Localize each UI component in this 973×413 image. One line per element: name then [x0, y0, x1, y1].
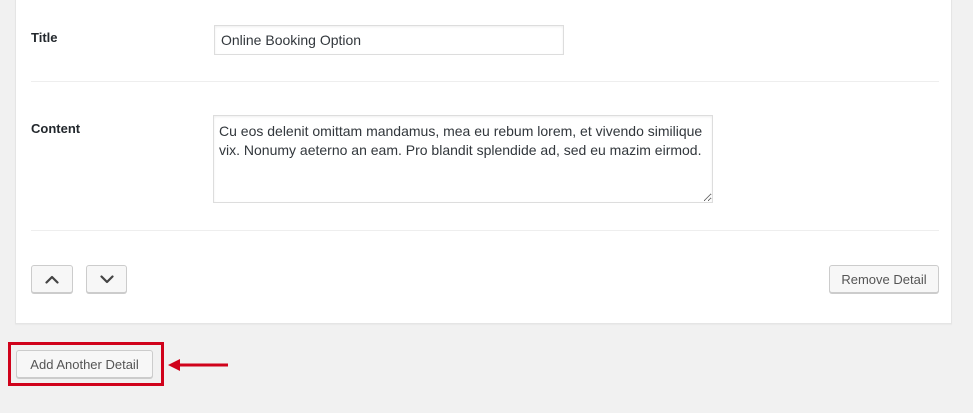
title-label: Title: [31, 30, 58, 45]
left-arrow-icon: [168, 359, 228, 371]
divider: [31, 230, 939, 231]
page: Title Content Cu eos delenit omittam man…: [0, 0, 973, 413]
move-down-button[interactable]: [86, 265, 127, 293]
content-textarea[interactable]: Cu eos delenit omittam mandamus, mea eu …: [213, 115, 713, 203]
move-up-button[interactable]: [31, 265, 73, 293]
divider: [31, 81, 939, 82]
detail-panel: Title Content Cu eos delenit omittam man…: [15, 0, 952, 324]
chevron-up-icon: [45, 275, 59, 284]
content-label: Content: [31, 121, 81, 136]
remove-detail-button[interactable]: Remove Detail: [829, 265, 939, 293]
chevron-down-icon: [99, 274, 114, 283]
title-input[interactable]: [214, 25, 564, 55]
add-another-detail-button[interactable]: Add Another Detail: [16, 350, 153, 378]
